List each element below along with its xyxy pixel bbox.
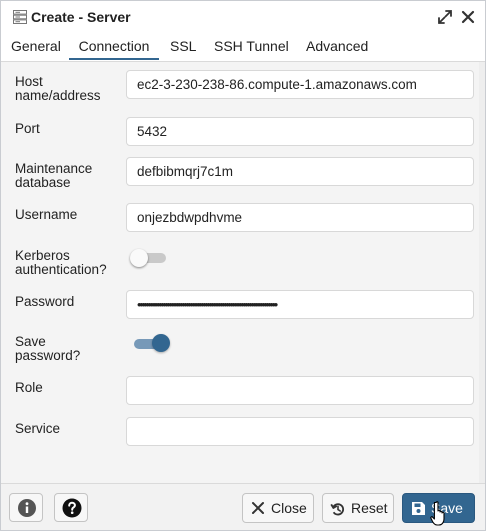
dialog-titlebar[interactable]: Create - Server <box>1 1 485 34</box>
role-input[interactable] <box>126 376 474 405</box>
close-x-icon <box>252 502 264 514</box>
username-input[interactable]: onjezbdwpdhvme <box>126 203 474 232</box>
password-label: Password <box>15 294 75 309</box>
connection-form: Host name/address ec2-3-230-238-86.compu… <box>1 62 485 483</box>
tab-ssh-tunnel[interactable]: SSH Tunnel <box>214 33 289 59</box>
tab-bar: General Connection SSL SSH Tunnel Advanc… <box>1 33 485 62</box>
create-server-dialog: Create - Server General Connection SSL S… <box>0 0 486 531</box>
dialog-title: Create - Server <box>31 9 131 25</box>
expand-icon[interactable] <box>437 9 453 25</box>
help-button[interactable] <box>54 493 88 522</box>
kerberos-label: Kerberos authentication? <box>15 248 107 277</box>
save-password-toggle[interactable] <box>132 334 170 352</box>
dialog-footer: Close Reset Save <box>1 483 485 530</box>
tab-general[interactable]: General <box>11 33 61 59</box>
reset-button-label: Reset <box>351 500 388 516</box>
host-input[interactable]: ec2-3-230-238-86.compute-1.amazonaws.com <box>126 70 474 99</box>
maintenance-database-input[interactable]: defbibmqrj7c1m <box>126 157 474 186</box>
tab-connection[interactable]: Connection <box>69 33 159 60</box>
reset-icon <box>330 503 345 516</box>
host-label: Host name/address <box>15 74 101 103</box>
toggle-knob <box>152 334 170 352</box>
save-password-label: Save password? <box>15 334 81 363</box>
close-button[interactable]: Close <box>242 493 314 523</box>
kerberos-toggle[interactable] <box>130 249 168 267</box>
maintenance-database-label: Maintenance database <box>15 161 93 190</box>
username-label: Username <box>15 207 78 222</box>
save-button[interactable]: Save <box>402 493 475 523</box>
tab-advanced[interactable]: Advanced <box>306 33 368 59</box>
port-label: Port <box>15 121 40 136</box>
service-input[interactable] <box>126 417 474 446</box>
info-button[interactable] <box>9 493 43 522</box>
close-button-label: Close <box>271 500 307 516</box>
info-icon <box>18 499 36 517</box>
server-icon <box>13 10 27 24</box>
role-label: Role <box>15 380 43 395</box>
toggle-knob <box>130 249 148 267</box>
scrollbar[interactable] <box>479 62 485 483</box>
service-label: Service <box>15 421 61 436</box>
reset-button[interactable]: Reset <box>322 493 394 523</box>
save-icon <box>412 502 425 515</box>
close-icon[interactable] <box>460 9 476 25</box>
tab-ssl[interactable]: SSL <box>170 33 196 59</box>
help-icon <box>62 498 82 518</box>
password-input[interactable]: ••••••••••••••••••••••••••••••••••••••••… <box>126 290 474 319</box>
save-button-label: Save <box>431 500 463 516</box>
port-input[interactable]: 5432 <box>126 117 474 146</box>
